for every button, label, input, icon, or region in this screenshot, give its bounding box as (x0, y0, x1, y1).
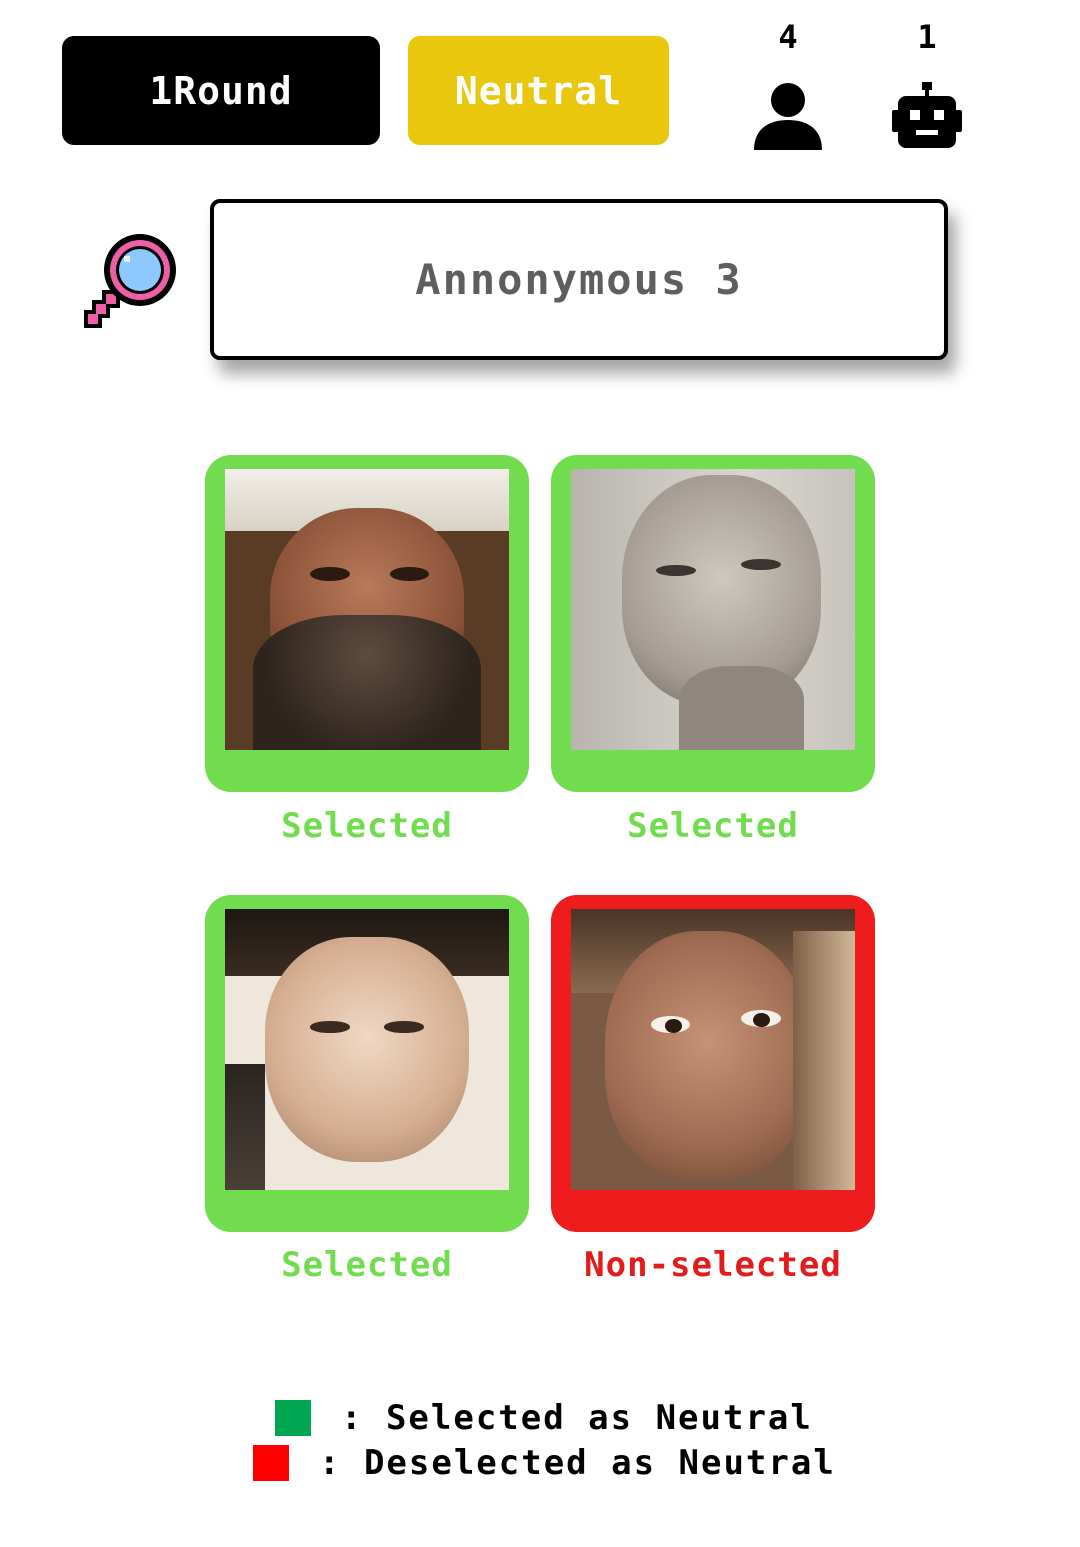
person-icon (754, 83, 822, 150)
card-3-status: Selected (281, 1245, 453, 1285)
legend-swatch-red (253, 1445, 289, 1481)
bot-count: 1 (917, 18, 937, 56)
legend-label-selected: : Selected as Neutral (341, 1398, 813, 1438)
legend-label-deselected: : Deselected as Neutral (319, 1443, 836, 1483)
card-4-status: Non-selected (584, 1245, 842, 1285)
card-1-status: Selected (281, 806, 453, 846)
legend-item-deselected: : Deselected as Neutral (253, 1443, 836, 1483)
face-photo-2 (571, 469, 855, 750)
mode-button[interactable]: Neutral (408, 36, 669, 145)
face-card-3[interactable] (205, 895, 529, 1232)
face-card-2[interactable] (551, 455, 875, 792)
human-count: 4 (778, 18, 798, 56)
face-photo-3 (225, 909, 509, 1190)
round-button[interactable]: 1Round (62, 36, 380, 145)
legend-item-selected: : Selected as Neutral (275, 1398, 813, 1438)
search-field[interactable]: Annonymous 3 (210, 199, 948, 360)
robot-icon (892, 82, 962, 148)
face-card-1[interactable] (205, 455, 529, 792)
face-card-4[interactable] (551, 895, 875, 1232)
card-2-status: Selected (627, 806, 799, 846)
legend-swatch-green (275, 1400, 311, 1436)
face-photo-1 (225, 469, 509, 750)
magnifier-icon[interactable] (80, 230, 188, 334)
face-photo-4 (571, 909, 855, 1190)
